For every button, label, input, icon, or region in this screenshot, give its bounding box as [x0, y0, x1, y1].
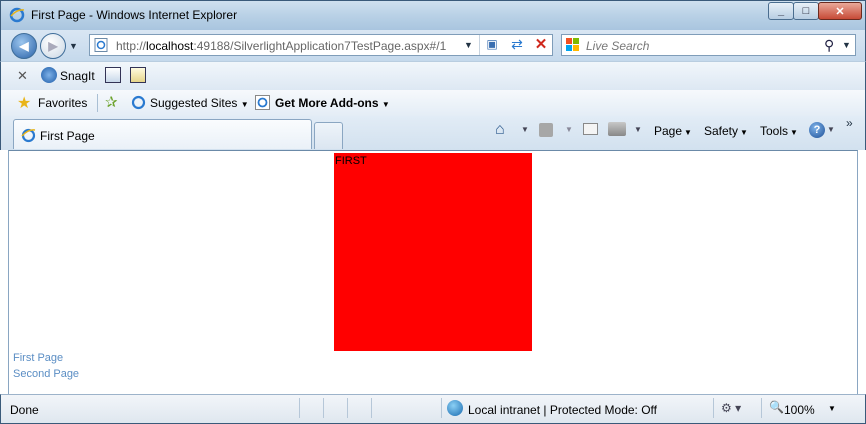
- tab-label: First Page: [40, 129, 95, 143]
- capture-edit-icon[interactable]: [130, 67, 146, 83]
- status-text: Done: [10, 403, 39, 417]
- address-bar[interactable]: http://localhost:49188/SilverlightApplic…: [89, 34, 553, 56]
- close-toolbar-icon[interactable]: ✕: [17, 68, 28, 84]
- url-host: localhost: [146, 39, 194, 53]
- divider: [479, 35, 480, 55]
- content-box: FIRST: [334, 153, 532, 351]
- divider: [371, 398, 372, 418]
- zoom-level[interactable]: 100%: [784, 403, 815, 417]
- first-page-link[interactable]: First Page: [13, 352, 63, 364]
- get-more-addons-label: Get More Add-ons: [275, 96, 379, 110]
- address-row: ◀ ▶ ▼ http://localhost:49188/Silverlight…: [0, 30, 866, 61]
- chevron-down-icon: ▼: [381, 100, 390, 109]
- compatibility-view-icon[interactable]: ▣: [484, 37, 500, 53]
- back-arrow-icon: ◀: [19, 39, 29, 53]
- snagit-toolbar: ✕ SnagIt: [0, 61, 866, 90]
- favorites-bar: ★ Favorites ✰ Suggested Sites ▼ Get More…: [0, 90, 866, 116]
- intranet-zone-icon[interactable]: [447, 400, 463, 416]
- favorites-button[interactable]: Favorites: [38, 96, 87, 110]
- safety-menu[interactable]: Safety ▼: [704, 124, 748, 138]
- forward-arrow-icon: ▶: [48, 39, 58, 53]
- capture-window-icon[interactable]: [105, 67, 121, 83]
- get-more-addons-button[interactable]: Get More Add-ons ▼: [275, 96, 390, 110]
- snagit-icon[interactable]: [41, 67, 57, 83]
- search-box[interactable]: Live Search ⚲ ▼: [561, 34, 856, 56]
- pop-up-blocker-icon[interactable]: ⚙ ▾: [721, 401, 741, 415]
- divider: [713, 398, 714, 418]
- add-to-favorites-bar-icon[interactable]: ✰: [105, 93, 118, 111]
- chevron-down-icon: ▼: [790, 128, 798, 137]
- tab-first-page[interactable]: First Page: [13, 119, 312, 149]
- divider: [441, 398, 442, 418]
- home-icon[interactable]: ⌂: [495, 121, 505, 139]
- minimize-button[interactable]: _: [768, 2, 794, 20]
- search-options-dropdown-icon[interactable]: ▼: [842, 40, 851, 50]
- minimize-icon: _: [777, 5, 785, 17]
- toolbar-overflow-icon[interactable]: »: [846, 116, 853, 130]
- tab-row: First Page ⌂ ▼ ▼ ▼ Page ▼ Safety ▼ Tools ▼ …: [0, 116, 866, 150]
- safety-menu-label: Safety: [704, 124, 739, 138]
- tools-menu-label: Tools: [760, 124, 789, 138]
- security-zone[interactable]: Local intranet | Protected Mode: Off: [468, 403, 657, 417]
- box-text: FIRST: [335, 155, 367, 167]
- url-path: :49188/SilverlightApplication7TestPage.a…: [193, 39, 447, 53]
- new-tab-button[interactable]: [314, 122, 343, 149]
- window-title: First Page - Windows Internet Explorer: [31, 8, 238, 22]
- close-button[interactable]: ✕: [818, 2, 862, 20]
- stop-icon[interactable]: ✕: [532, 35, 550, 53]
- url-prefix: http://: [116, 39, 147, 53]
- search-icon[interactable]: ⚲: [824, 37, 834, 54]
- silverlight-frame: FIRST: [9, 151, 857, 351]
- title-bar: First Page - Windows Internet Explorer _…: [0, 0, 866, 30]
- recent-pages-dropdown-icon[interactable]: ▼: [69, 41, 78, 51]
- page-menu[interactable]: Page ▼: [654, 124, 692, 138]
- maximize-icon: □: [802, 5, 810, 17]
- home-dropdown-icon[interactable]: ▼: [521, 125, 529, 134]
- help-icon[interactable]: ?: [809, 122, 825, 138]
- snagit-button[interactable]: SnagIt: [60, 69, 95, 83]
- tab-ie-icon: [21, 128, 36, 143]
- print-dropdown-icon[interactable]: ▼: [634, 125, 642, 134]
- zoom-icon[interactable]: 🔍: [769, 400, 784, 414]
- divider: [761, 398, 762, 418]
- suggested-sites-label: Suggested Sites: [150, 96, 238, 110]
- divider: [323, 398, 324, 418]
- ie-logo-icon: [9, 7, 25, 23]
- chevron-down-icon: ▼: [240, 100, 249, 109]
- ie-icon: [131, 95, 146, 110]
- divider: [97, 94, 98, 112]
- address-dropdown-icon[interactable]: ▼: [464, 40, 473, 50]
- favorites-star-icon[interactable]: ★: [17, 93, 31, 113]
- suggested-sites-button[interactable]: Suggested Sites ▼: [150, 96, 249, 110]
- live-search-icon: [566, 38, 579, 51]
- forward-button[interactable]: ▶: [40, 33, 66, 59]
- search-placeholder: Live Search: [586, 39, 650, 53]
- zoom-dropdown-icon[interactable]: ▼: [828, 404, 836, 413]
- page-icon: [94, 38, 108, 52]
- feeds-icon[interactable]: [539, 123, 553, 137]
- ie-addons-icon: [255, 95, 270, 110]
- page-menu-label: Page: [654, 124, 683, 138]
- refresh-icon[interactable]: ⇄: [508, 36, 526, 54]
- close-icon: ✕: [835, 5, 845, 18]
- help-dropdown-icon[interactable]: ▼: [827, 125, 835, 134]
- divider: [347, 398, 348, 418]
- chevron-down-icon: ▼: [740, 128, 748, 137]
- feeds-dropdown-icon[interactable]: ▼: [565, 125, 573, 134]
- maximize-button[interactable]: □: [793, 2, 819, 20]
- url-text[interactable]: http://localhost:49188/SilverlightApplic…: [116, 39, 446, 53]
- status-bar: Done Local intranet | Protected Mode: Of…: [0, 394, 866, 424]
- chevron-down-icon: ▼: [684, 128, 692, 137]
- divider: [299, 398, 300, 418]
- second-page-link[interactable]: Second Page: [13, 368, 79, 380]
- read-mail-icon[interactable]: [583, 123, 598, 135]
- print-icon[interactable]: [608, 122, 626, 136]
- back-button[interactable]: ◀: [11, 33, 37, 59]
- tools-menu[interactable]: Tools ▼: [760, 124, 798, 138]
- page-content: FIRST First Page Second Page: [8, 150, 858, 394]
